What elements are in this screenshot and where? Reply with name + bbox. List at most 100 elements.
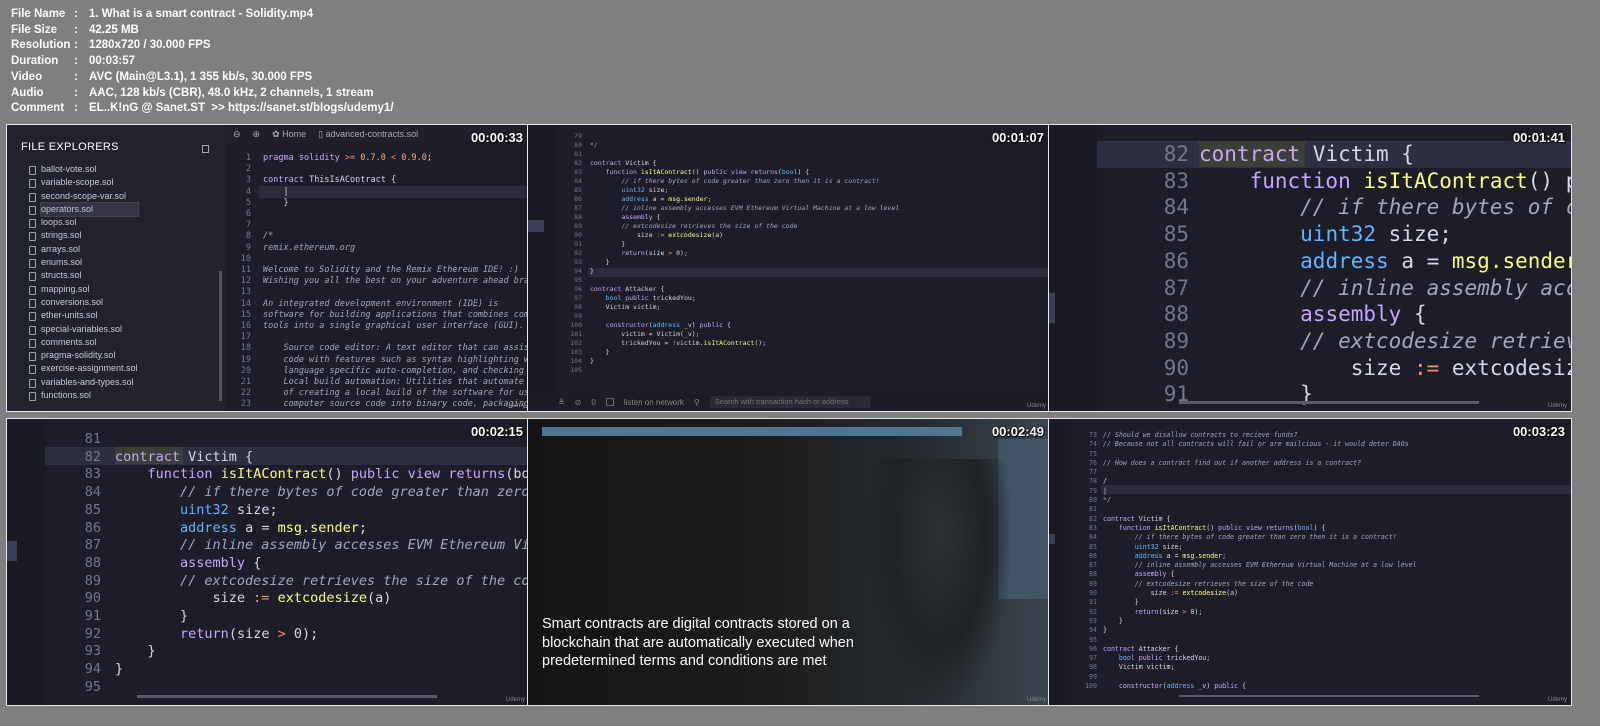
code-editor[interactable]: pragma solidity >= 0.7.0 < 0.9.0; contra… xyxy=(263,153,529,411)
line-number: 100 xyxy=(570,321,582,329)
side-panel-handle[interactable] xyxy=(1049,293,1055,323)
code-line: uint32 size; xyxy=(1300,222,1452,247)
code-line: // inline assembly accesses EVM Ethereum… xyxy=(1134,561,1417,570)
code-editor[interactable]: contract Victim { function isItAContract… xyxy=(1199,141,1572,408)
line-number: 12 xyxy=(240,276,251,287)
code-line: size := extcodesiz xyxy=(1199,355,1572,380)
code-line: // if there bytes of code greater than z… xyxy=(180,484,530,501)
code-line: function isItAContract() pu xyxy=(1249,168,1571,193)
file-item[interactable]: mapping.sol xyxy=(29,283,138,296)
line-number: 10 xyxy=(240,253,251,264)
line-number: 100 xyxy=(1085,682,1097,691)
file-item[interactable]: second-scope-var.sol xyxy=(29,190,138,203)
code-line: computer source code into binary code, p… xyxy=(263,399,530,410)
meta-colon: : xyxy=(74,86,78,99)
code-line: // if there bytes of code greater than z… xyxy=(621,177,880,185)
code-editor[interactable]: contract Victim { function isItAContract… xyxy=(115,431,530,697)
thumbnail-2[interactable]: 79 80 81 82 83 84 85 86 87 88 89 90 91 92 93 94 95 96 97 98… xyxy=(527,124,1051,412)
horizontal-scrollbar[interactable] xyxy=(1179,695,1479,697)
code-line: // extcodesize retrieves the size of the… xyxy=(1134,579,1314,588)
code-line: size := extcodesize(a) xyxy=(1103,589,1239,598)
file-item[interactable]: strings.sol xyxy=(29,229,138,242)
line-number: 88 xyxy=(1089,570,1097,579)
caption-line-3: predetermined terms and conditions are m… xyxy=(542,653,827,669)
file-item[interactable]: ballot-vote.sol xyxy=(29,163,138,176)
code-line: } xyxy=(590,240,626,248)
file-item[interactable]: conversions.sol xyxy=(29,296,138,309)
transaction-search-input[interactable]: Search with transaction hash or address xyxy=(709,396,870,408)
file-item[interactable]: special-variables.sol xyxy=(29,323,138,336)
code-line: // extcodesize retriev xyxy=(1300,328,1572,353)
code-line: assembly { xyxy=(1134,570,1175,579)
file-item[interactable]: comments.sol xyxy=(29,336,138,349)
meta-colon: : xyxy=(74,39,78,52)
line-number: 89 xyxy=(84,572,101,589)
file-item[interactable]: pragma-solidity.sol xyxy=(29,349,138,362)
line-number: 81 xyxy=(84,431,101,447)
code-line: contract Attacker { xyxy=(1103,644,1179,653)
zoom-out-icon[interactable]: ⊖ xyxy=(233,129,241,140)
line-number: 74 xyxy=(1089,440,1097,449)
line-number: 5 xyxy=(245,197,251,208)
code-line: } xyxy=(1103,598,1139,607)
editor-left-margin xyxy=(1049,419,1071,705)
file-item[interactable]: arrays.sol xyxy=(29,243,138,256)
code-line: uint32 size; xyxy=(180,501,278,518)
line-number: 75 xyxy=(1089,449,1097,458)
tab-advanced-contracts[interactable]: ▯ advanced-contracts.sol xyxy=(318,129,418,140)
code-editor[interactable]: */ contract Victim { function isItAContr… xyxy=(590,132,899,375)
line-number: 92 xyxy=(84,625,101,642)
code-line: assembly { xyxy=(1300,302,1427,327)
side-panel-handle[interactable] xyxy=(1049,534,1055,544)
home-icon: ✿ xyxy=(272,128,283,139)
tab-home[interactable]: ✿ Home xyxy=(272,129,306,140)
code-line: function isItAContract() public view ret… xyxy=(605,168,810,176)
thumbnail-3[interactable]: 82 83 84 85 86 87 88 89 90 91 contract Victim { f… xyxy=(1048,124,1572,412)
meta-colon: : xyxy=(74,23,78,36)
code-line: tools into a single graphical user inter… xyxy=(263,321,524,332)
file-item[interactable]: structs.sol xyxy=(29,269,138,282)
code-line: function isItAContract() public view ret… xyxy=(147,466,530,483)
line-number: 20 xyxy=(240,365,251,376)
file-item[interactable]: enums.sol xyxy=(29,256,138,269)
video-caption: Smart contracts are digital contracts st… xyxy=(542,615,854,671)
code-line: // if there bytes of code greater than z… xyxy=(1134,533,1397,542)
line-number: 86 xyxy=(84,519,101,536)
line-number: 83 xyxy=(574,168,582,176)
line-number: 91 xyxy=(1163,382,1189,407)
meta-colon: : xyxy=(74,55,78,68)
horizontal-scrollbar[interactable] xyxy=(1179,401,1479,404)
line-number: 96 xyxy=(1089,644,1097,653)
collapse-icon[interactable]: ≚ xyxy=(558,398,565,407)
thumbnail-5[interactable]: Smart contracts are digital contracts st… xyxy=(527,418,1051,706)
side-panel-handle[interactable] xyxy=(528,220,544,232)
clear-icon[interactable]: ⊘ xyxy=(575,398,582,407)
zoom-in-icon[interactable]: ⊕ xyxy=(253,129,261,140)
thumbnail-6[interactable]: 73 74 75 76 77 78 79 80 81 82 83 84 85 86 87 88 89 90 91 92… xyxy=(1048,418,1572,706)
code-line: remix.ethereum.org xyxy=(263,242,356,253)
editor-left-margin xyxy=(528,125,558,395)
thumbnail-4[interactable]: 81 82 83 84 85 86 87 88 89 90 91 92 93 94 95 contract … xyxy=(6,418,530,706)
horizontal-scrollbar[interactable] xyxy=(137,695,437,698)
file-item[interactable]: variables-and-types.sol xyxy=(29,376,138,389)
code-line: // inline assembly acc xyxy=(1300,275,1572,300)
side-panel-handle[interactable] xyxy=(7,541,17,561)
meta-key: Video xyxy=(11,70,43,83)
file-item[interactable]: operators.sol xyxy=(29,201,139,218)
file-item[interactable]: functions.sol xyxy=(29,389,138,402)
code-editor[interactable]: // Should we disallow contracts to recie… xyxy=(1103,431,1417,691)
listen-checkbox[interactable] xyxy=(605,398,614,406)
file-item[interactable]: loops.sol xyxy=(29,216,138,229)
file-explorer-scrollbar[interactable] xyxy=(219,271,222,401)
code-line: Local build automation: Utilities that a… xyxy=(263,377,524,388)
file-item[interactable]: ether-units.sol xyxy=(29,309,138,322)
file-item[interactable]: variable-scope.sol xyxy=(29,176,138,189)
thumbnail-1[interactable]: FILE EXPLORERS ballot-vote.sol variable-s… xyxy=(6,124,530,412)
code-line: address a = msg.sender; xyxy=(621,195,712,203)
line-number: 85 xyxy=(84,501,101,518)
file-item[interactable]: exercise-assignment.sol xyxy=(29,362,138,375)
